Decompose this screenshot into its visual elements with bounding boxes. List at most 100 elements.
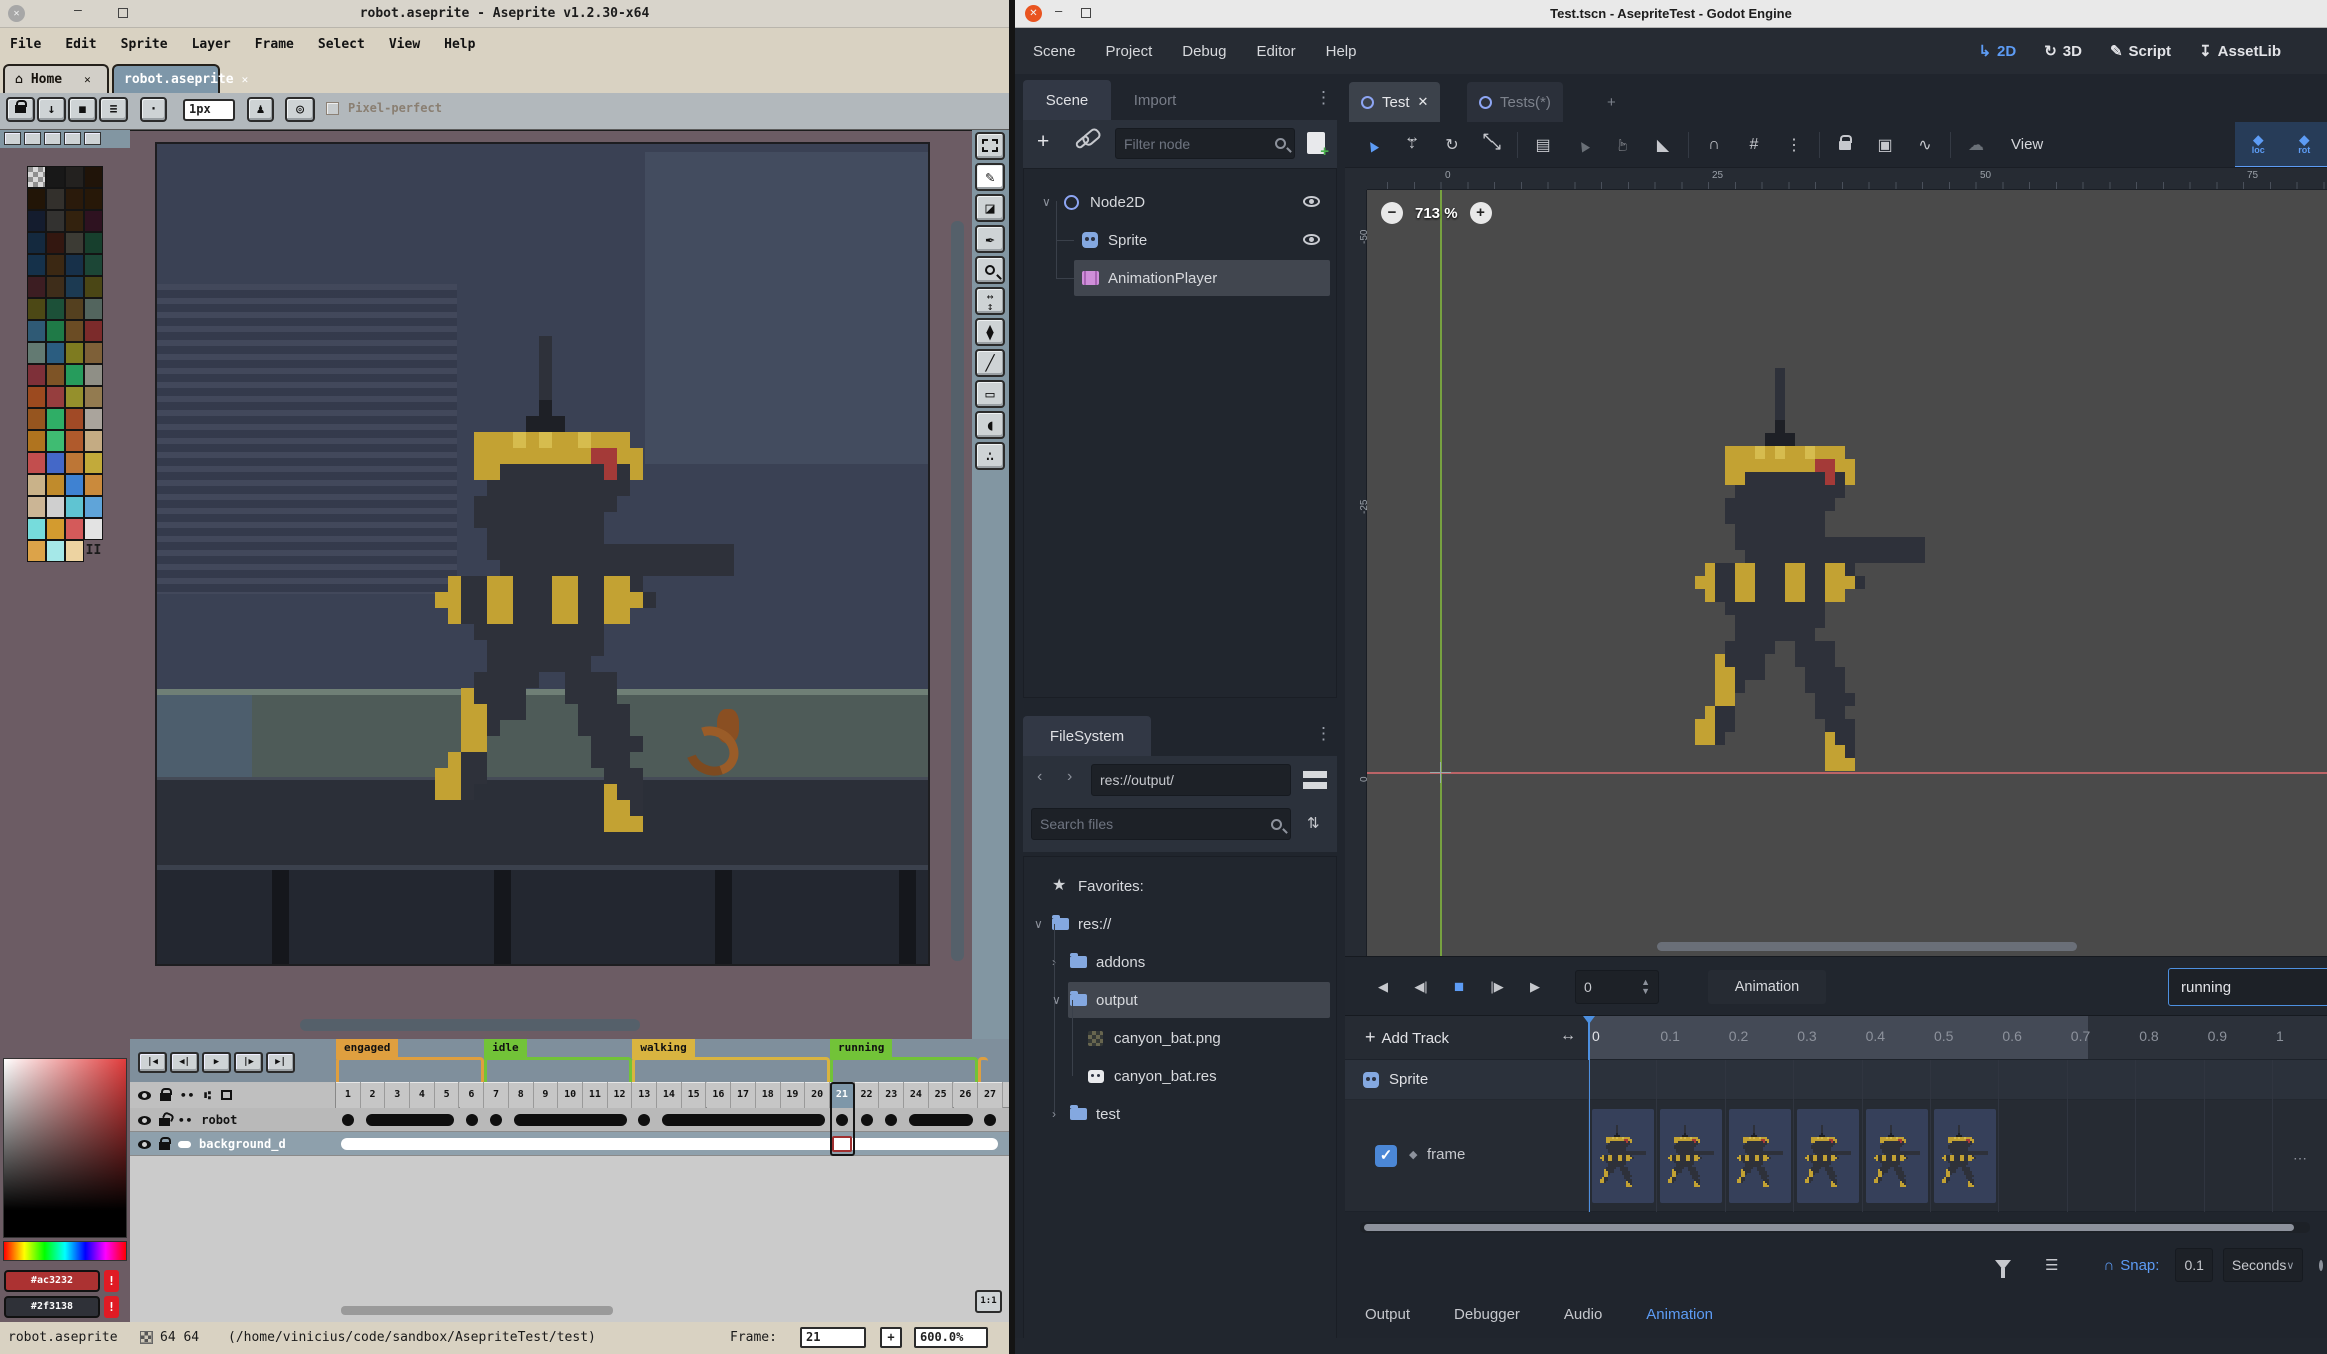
- stop-icon[interactable]: ■: [1441, 970, 1477, 1004]
- palette-swatch-9[interactable]: [46, 210, 65, 232]
- frame-header-27[interactable]: 27: [978, 1082, 1003, 1108]
- skeleton-icon[interactable]: ∿: [1910, 135, 1940, 155]
- palette-swatch-17[interactable]: [46, 254, 65, 276]
- palette-swatch-21[interactable]: [46, 276, 65, 298]
- add-track-button[interactable]: +Add Track: [1365, 1027, 1449, 1048]
- palette-swatch-34[interactable]: [65, 342, 84, 364]
- line-tool-icon[interactable]: ╱: [975, 349, 1005, 377]
- chevron-open-icon[interactable]: ∨: [1034, 917, 1043, 931]
- brush-type-button[interactable]: ·: [140, 97, 167, 122]
- palette-swatch-28[interactable]: [27, 320, 46, 342]
- add-node-icon[interactable]: +: [1037, 130, 1049, 154]
- cel[interactable]: [984, 1114, 996, 1126]
- palette-swatch-69[interactable]: [46, 540, 65, 562]
- lock-icon[interactable]: [6, 97, 35, 122]
- palette-swatch-4[interactable]: [27, 188, 46, 210]
- ink-icon[interactable]: ◼: [68, 97, 97, 122]
- cel-options-icon[interactable]: [221, 1090, 232, 1100]
- palette-swatch-64[interactable]: [27, 518, 46, 540]
- track-enabled-checkbox[interactable]: ✓: [1375, 1145, 1397, 1167]
- play-backwards-from-end-icon[interactable]: ◀|: [1403, 970, 1439, 1004]
- cel-linked[interactable]: [662, 1114, 825, 1126]
- frame-header-13[interactable]: 13: [632, 1082, 657, 1108]
- rot-toggle[interactable]: ◆rot: [2298, 133, 2310, 155]
- palette-swatch-27[interactable]: [84, 298, 103, 320]
- palette-swatch-35[interactable]: [84, 342, 103, 364]
- palette-swatch-52[interactable]: [27, 452, 46, 474]
- pan-icon[interactable]: ☞: [1608, 135, 1638, 155]
- palette-swatch-20[interactable]: [27, 276, 46, 298]
- frame-input[interactable]: 21: [800, 1327, 866, 1348]
- sprite-canvas[interactable]: [155, 142, 930, 966]
- menu-view[interactable]: View: [389, 37, 420, 52]
- region-select-icon[interactable]: ▲: [1568, 136, 1598, 154]
- frame-plus-button[interactable]: +: [880, 1327, 902, 1348]
- lock-column-icon[interactable]: [160, 1093, 171, 1101]
- track-hscrollbar[interactable]: [1360, 1222, 2310, 1233]
- fs-item-canyon-bat-png[interactable]: canyon_bat.png: [1024, 1019, 1336, 1057]
- timeline-zoom-icon[interactable]: [2319, 1260, 2323, 1271]
- next-frame-button[interactable]: |▶: [234, 1052, 263, 1073]
- pixel-perfect-checkbox[interactable]: [326, 102, 339, 115]
- palette-swatch-66[interactable]: [65, 518, 84, 540]
- workspace-assetlib[interactable]: ↧AssetLib: [2199, 42, 2281, 60]
- nav-back-icon[interactable]: ‹: [1037, 768, 1042, 786]
- snap-magnet-icon[interactable]: ∩: [2103, 1257, 2114, 1274]
- cel[interactable]: [342, 1114, 354, 1126]
- filter-node-input[interactable]: Filter node: [1115, 128, 1295, 159]
- palette-swatch-68[interactable]: [27, 540, 46, 562]
- zoom-tool-icon[interactable]: [975, 256, 1005, 284]
- palette-swatch-49[interactable]: [46, 430, 65, 452]
- cel[interactable]: [638, 1114, 650, 1126]
- palette-option-button[interactable]: [4, 132, 21, 145]
- workspace-3d[interactable]: ↻3D: [2044, 42, 2082, 60]
- play-button[interactable]: ▶: [202, 1052, 231, 1073]
- tag-engaged[interactable]: engaged: [336, 1039, 398, 1059]
- godot-menu-help[interactable]: Help: [1326, 43, 1357, 60]
- palette-swatch-43[interactable]: [84, 386, 103, 408]
- frame-header-22[interactable]: 22: [855, 1082, 880, 1108]
- palette-swatch-61[interactable]: [46, 496, 65, 518]
- tag-idle[interactable]: idle: [484, 1039, 527, 1059]
- frame-header-1[interactable]: 1: [336, 1082, 361, 1108]
- palette-swatch-42[interactable]: [65, 386, 84, 408]
- viewport-hscrollbar[interactable]: [1657, 942, 2077, 951]
- filter-tracks-icon[interactable]: [1995, 1260, 2011, 1270]
- color-picker-box[interactable]: [3, 1058, 127, 1238]
- cel[interactable]: [466, 1114, 478, 1126]
- palette-swatch-40[interactable]: [27, 386, 46, 408]
- eye-icon[interactable]: [1303, 234, 1320, 245]
- godot-menu-editor[interactable]: Editor: [1256, 43, 1295, 60]
- group-icon[interactable]: ▣: [1870, 135, 1900, 155]
- dock-menu-icon[interactable]: ⋮: [1315, 724, 1332, 744]
- palette-swatch-3[interactable]: [84, 166, 103, 188]
- rectangle-tool-icon[interactable]: ▭: [975, 380, 1005, 408]
- move-icon[interactable]: ↔↕: [1397, 132, 1427, 157]
- close-icon[interactable]: ✕: [242, 73, 249, 86]
- palette-option-button[interactable]: [24, 132, 41, 145]
- keyframe-0.1[interactable]: [1660, 1109, 1722, 1203]
- palette-swatch-6[interactable]: [65, 188, 84, 210]
- frame-header-2[interactable]: 2: [361, 1082, 386, 1108]
- palette-swatch-46[interactable]: [65, 408, 84, 430]
- menu-help[interactable]: Help: [444, 37, 475, 52]
- snap-options-icon[interactable]: ⋮: [1779, 135, 1809, 155]
- fs-item-output[interactable]: ∨output: [1024, 981, 1336, 1019]
- palette-swatch-22[interactable]: [65, 276, 84, 298]
- list-select-icon[interactable]: ▤: [1528, 135, 1558, 155]
- play-from-current-icon[interactable]: |▶: [1479, 970, 1515, 1004]
- cel[interactable]: [861, 1114, 873, 1126]
- eye-icon[interactable]: [138, 1116, 151, 1125]
- palette-swatch-1[interactable]: [46, 166, 65, 188]
- menu-layer[interactable]: Layer: [192, 37, 231, 52]
- tab-robot-aseprite[interactable]: robot.aseprite ✕: [112, 64, 220, 93]
- frame-header-26[interactable]: 26: [954, 1082, 979, 1108]
- palette-swatch-26[interactable]: [65, 298, 84, 320]
- palette-swatch-2[interactable]: [65, 166, 84, 188]
- godot-menu-debug[interactable]: Debug: [1182, 43, 1226, 60]
- frame-header-3[interactable]: 3: [385, 1082, 410, 1108]
- canvas-hscrollbar[interactable]: [300, 1019, 640, 1031]
- palette-swatch-24[interactable]: [27, 298, 46, 320]
- palette-swatch-58[interactable]: [65, 474, 84, 496]
- new-scene-tab-button[interactable]: +: [1595, 82, 1628, 122]
